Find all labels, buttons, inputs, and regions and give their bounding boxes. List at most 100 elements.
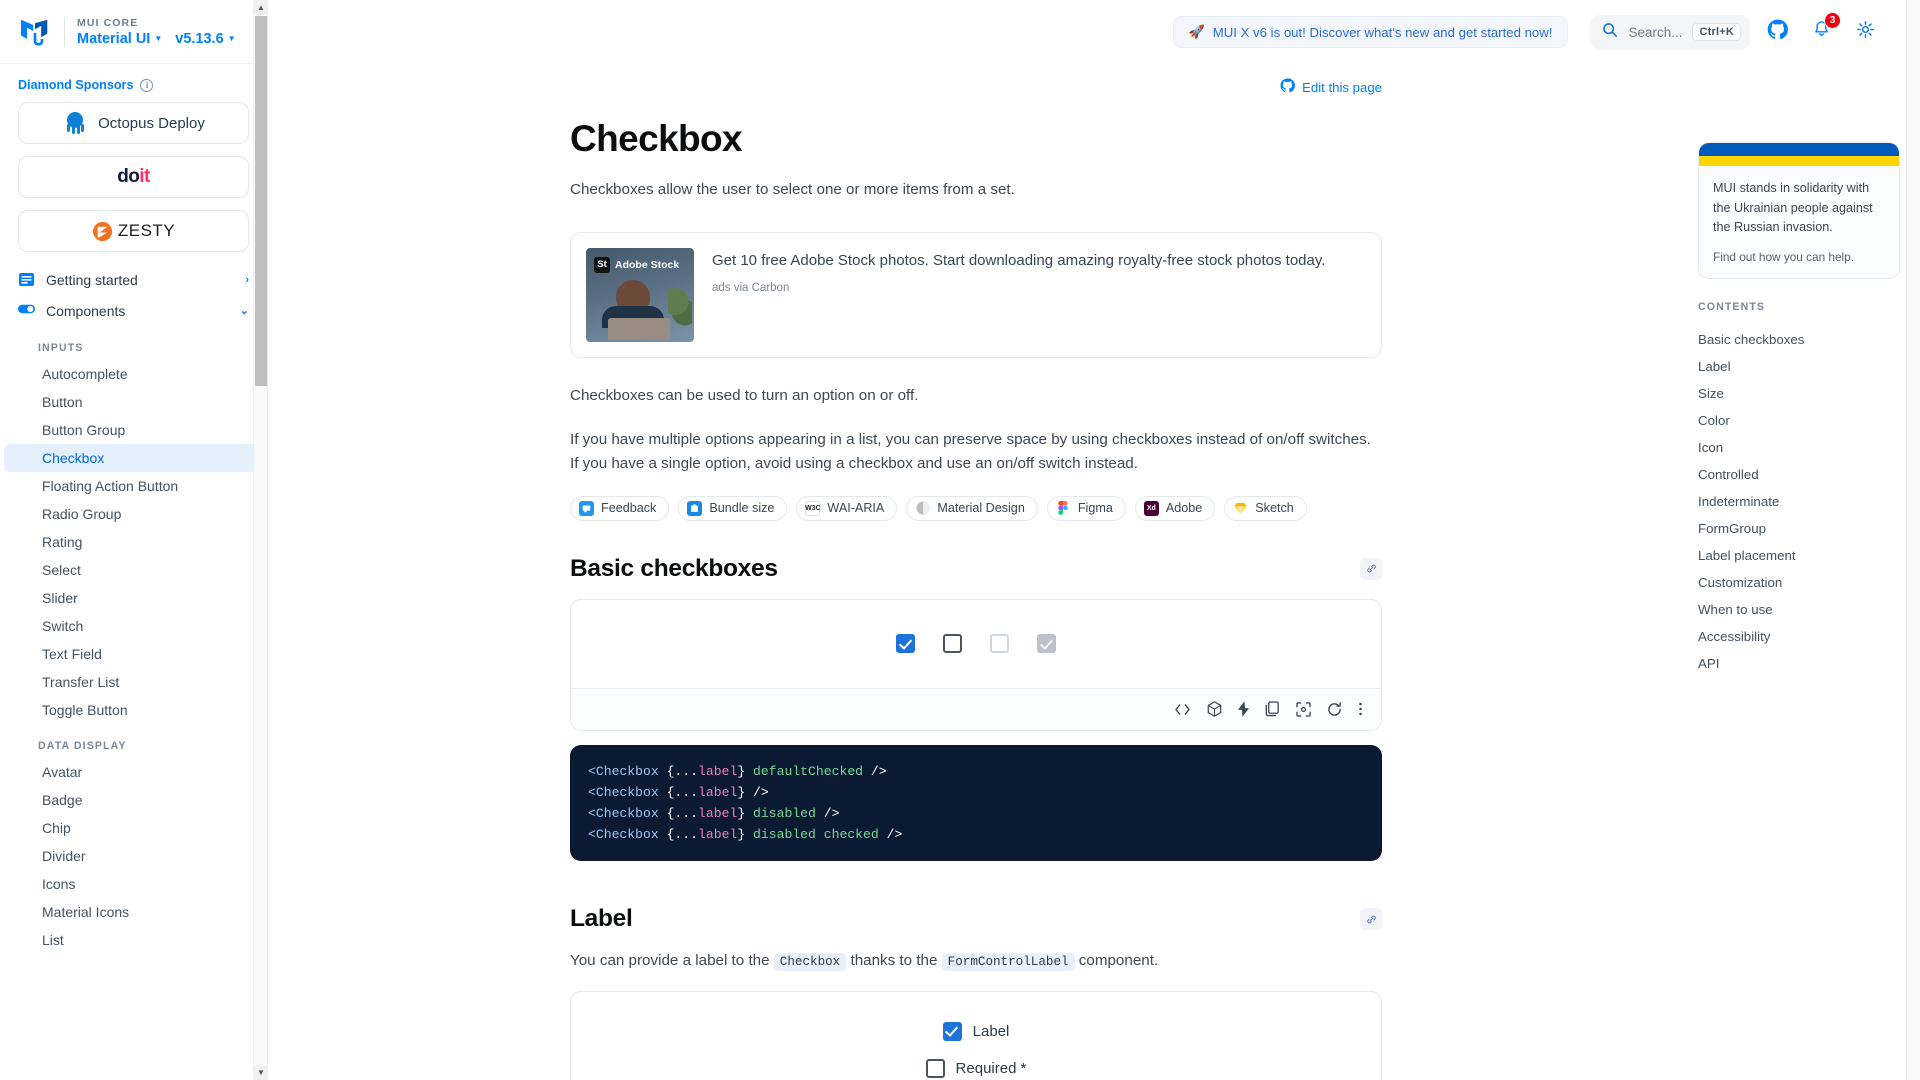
toc-heading: CONTENTS xyxy=(1698,300,1766,313)
sidebar-item-toggle-button[interactable]: Toggle Button xyxy=(4,696,257,724)
sidebar-item-button-group[interactable]: Button Group xyxy=(4,416,257,444)
scroll-down-arrow-icon[interactable]: ▼ xyxy=(254,1065,268,1080)
toc-item-label[interactable]: Label xyxy=(1698,353,1900,380)
ukraine-help-link[interactable]: Find out how you can help. xyxy=(1713,250,1885,264)
github-link-button[interactable] xyxy=(1760,15,1794,49)
sidebar-item-checkbox[interactable]: Checkbox xyxy=(4,444,257,472)
sidebar-item-select[interactable]: Select xyxy=(4,556,257,584)
code-brace: } xyxy=(737,784,754,800)
brand-divider xyxy=(64,16,65,47)
toc-item-controlled[interactable]: Controlled xyxy=(1698,461,1900,488)
stackblitz-icon[interactable] xyxy=(1238,701,1249,717)
link-anchor-icon[interactable] xyxy=(1360,908,1382,931)
toc-item-accessibility[interactable]: Accessibility xyxy=(1698,623,1900,650)
left-sidebar: MUI CORE Material UI ▼ v5.13.6 ▼ Diamond… xyxy=(0,0,268,1080)
sidebar-item-autocomplete[interactable]: Autocomplete xyxy=(4,360,257,388)
sidebar-item-divider[interactable]: Divider xyxy=(4,842,257,870)
settings-button[interactable] xyxy=(1848,15,1882,49)
info-icon[interactable]: i xyxy=(140,78,154,92)
reset-icon[interactable] xyxy=(1327,701,1342,717)
toc-item-formgroup[interactable]: FormGroup xyxy=(1698,515,1900,542)
carbon-ad[interactable]: St Adobe Stock Get 10 free Adobe Stock p… xyxy=(570,231,1382,358)
fullscreen-icon[interactable] xyxy=(1296,701,1311,717)
sidebar-scrollbar[interactable]: ▲ ▼ xyxy=(253,0,268,1080)
codesandbox-icon[interactable] xyxy=(1207,701,1222,717)
sidebar-item-chip[interactable]: Chip xyxy=(4,814,257,842)
promo-text: MUI X v6 is out! Discover what's new and… xyxy=(1212,24,1553,40)
version-selector[interactable]: v5.13.6 ▼ xyxy=(175,31,235,47)
code-tag: <Checkbox xyxy=(588,784,659,800)
sidebar-item-list[interactable]: List xyxy=(4,926,257,954)
sidebar-item-material-icons[interactable]: Material Icons xyxy=(4,898,257,926)
main-area: 🚀 MUI X v6 is out! Discover what's new a… xyxy=(268,0,1920,1080)
ad-headline: Get 10 free Adobe Stock photos. Start do… xyxy=(712,251,1326,269)
sidebar-item-radio-group[interactable]: Radio Group xyxy=(4,500,257,528)
toc-item-basic-checkboxes[interactable]: Basic checkboxes xyxy=(1698,326,1900,353)
sidebar-item-floating-action-button[interactable]: Floating Action Button xyxy=(4,472,257,500)
toggle-icon xyxy=(18,302,35,319)
search-input[interactable]: Search... Ctrl+K xyxy=(1590,14,1750,50)
toc-item-label-placement[interactable]: Label placement xyxy=(1698,542,1900,569)
copy-icon[interactable] xyxy=(1265,701,1280,717)
sidebar-section-data-display-title: DATA DISPLAY xyxy=(38,740,127,752)
brand-header[interactable]: MUI CORE Material UI ▼ v5.13.6 ▼ xyxy=(0,0,267,64)
brand-selectors: Material UI ▼ v5.13.6 ▼ xyxy=(77,31,236,47)
page-scrollbar[interactable] xyxy=(1906,0,1920,1080)
chip-bundle-size[interactable]: Bundle size xyxy=(678,495,788,521)
checkbox-row-label[interactable]: Label xyxy=(942,1021,1009,1041)
mui-logo-icon[interactable] xyxy=(18,18,52,46)
link-anchor-icon[interactable] xyxy=(1360,557,1382,580)
show-source-icon[interactable] xyxy=(1174,703,1191,716)
sponsor-zesty[interactable]: ZESTY xyxy=(18,210,249,252)
toc-item-icon[interactable]: Icon xyxy=(1698,434,1900,461)
edit-this-page-link[interactable]: Edit this page xyxy=(570,78,1382,96)
paragraph-1: Checkboxes can be used to turn an option… xyxy=(570,386,919,404)
ad-text-block: Get 10 free Adobe Stock photos. Start do… xyxy=(712,248,1366,342)
toc-item-customization[interactable]: Customization xyxy=(1698,569,1900,596)
checkbox-required[interactable] xyxy=(925,1058,945,1078)
label-desc-part2: thanks to the xyxy=(846,952,942,970)
more-options-icon[interactable] xyxy=(1358,701,1363,717)
checkbox-label[interactable] xyxy=(942,1021,962,1041)
demo-label: Label Required * xyxy=(570,990,1382,1080)
checkbox-row-required[interactable]: Required * xyxy=(925,1058,1026,1078)
toc-item-api[interactable]: API xyxy=(1698,650,1900,677)
chip-material-design[interactable]: Material Design xyxy=(906,495,1038,521)
app-root: MUI CORE Material UI ▼ v5.13.6 ▼ Diamond… xyxy=(0,0,1920,1080)
toc-item-indeterminate[interactable]: Indeterminate xyxy=(1698,488,1900,515)
toc-item-when-to-use[interactable]: When to use xyxy=(1698,596,1900,623)
toc-item-size[interactable]: Size xyxy=(1698,380,1900,407)
sidebar-scrollbar-thumb[interactable] xyxy=(255,16,267,386)
sidebar-item-rating[interactable]: Rating xyxy=(4,528,257,556)
sponsor-doit[interactable]: doit xyxy=(18,156,249,198)
sidebar-item-icons[interactable]: Icons xyxy=(4,870,257,898)
sidebar-item-slider[interactable]: Slider xyxy=(4,584,257,612)
promo-banner[interactable]: 🚀 MUI X v6 is out! Discover what's new a… xyxy=(1172,16,1569,48)
table-of-contents: MUI stands in solidarity with the Ukrain… xyxy=(1684,64,1920,1080)
checkbox-unchecked[interactable] xyxy=(943,634,962,654)
chip-adobe[interactable]: Xd Adobe xyxy=(1134,495,1216,521)
scroll-up-arrow-icon[interactable]: ▲ xyxy=(254,0,268,15)
sidebar-item-switch[interactable]: Switch xyxy=(4,612,257,640)
chip-sketch[interactable]: Sketch xyxy=(1224,495,1307,521)
chip-wai-aria[interactable]: W3C WAI-ARIA xyxy=(796,495,898,521)
demo-stage: Label Required * xyxy=(571,992,1381,1080)
toc-item-color[interactable]: Color xyxy=(1698,407,1900,434)
sidebar-item-badge[interactable]: Badge xyxy=(4,786,257,814)
sidebar-group-getting-started[interactable]: Getting started › xyxy=(0,264,267,295)
demo-stage xyxy=(571,600,1381,688)
sponsor-octopus-deploy[interactable]: Octopus Deploy xyxy=(18,102,249,144)
chip-figma[interactable]: Figma xyxy=(1046,495,1126,521)
chip-feedback[interactable]: Feedback xyxy=(570,495,670,521)
sidebar-item-transfer-list[interactable]: Transfer List xyxy=(4,668,257,696)
github-icon xyxy=(1767,19,1788,45)
checkbox-default-checked[interactable] xyxy=(896,634,915,654)
notifications-button[interactable]: 3 xyxy=(1804,12,1841,49)
product-selector[interactable]: Material UI ▼ xyxy=(77,31,162,47)
sidebar-item-text-field[interactable]: Text Field xyxy=(4,640,257,668)
ad-laptop xyxy=(608,317,670,340)
sidebar-group-components[interactable]: Components ⌄ xyxy=(0,295,267,326)
feedback-icon xyxy=(579,500,594,516)
sidebar-item-button[interactable]: Button xyxy=(4,388,257,416)
sidebar-item-avatar[interactable]: Avatar xyxy=(4,758,257,786)
